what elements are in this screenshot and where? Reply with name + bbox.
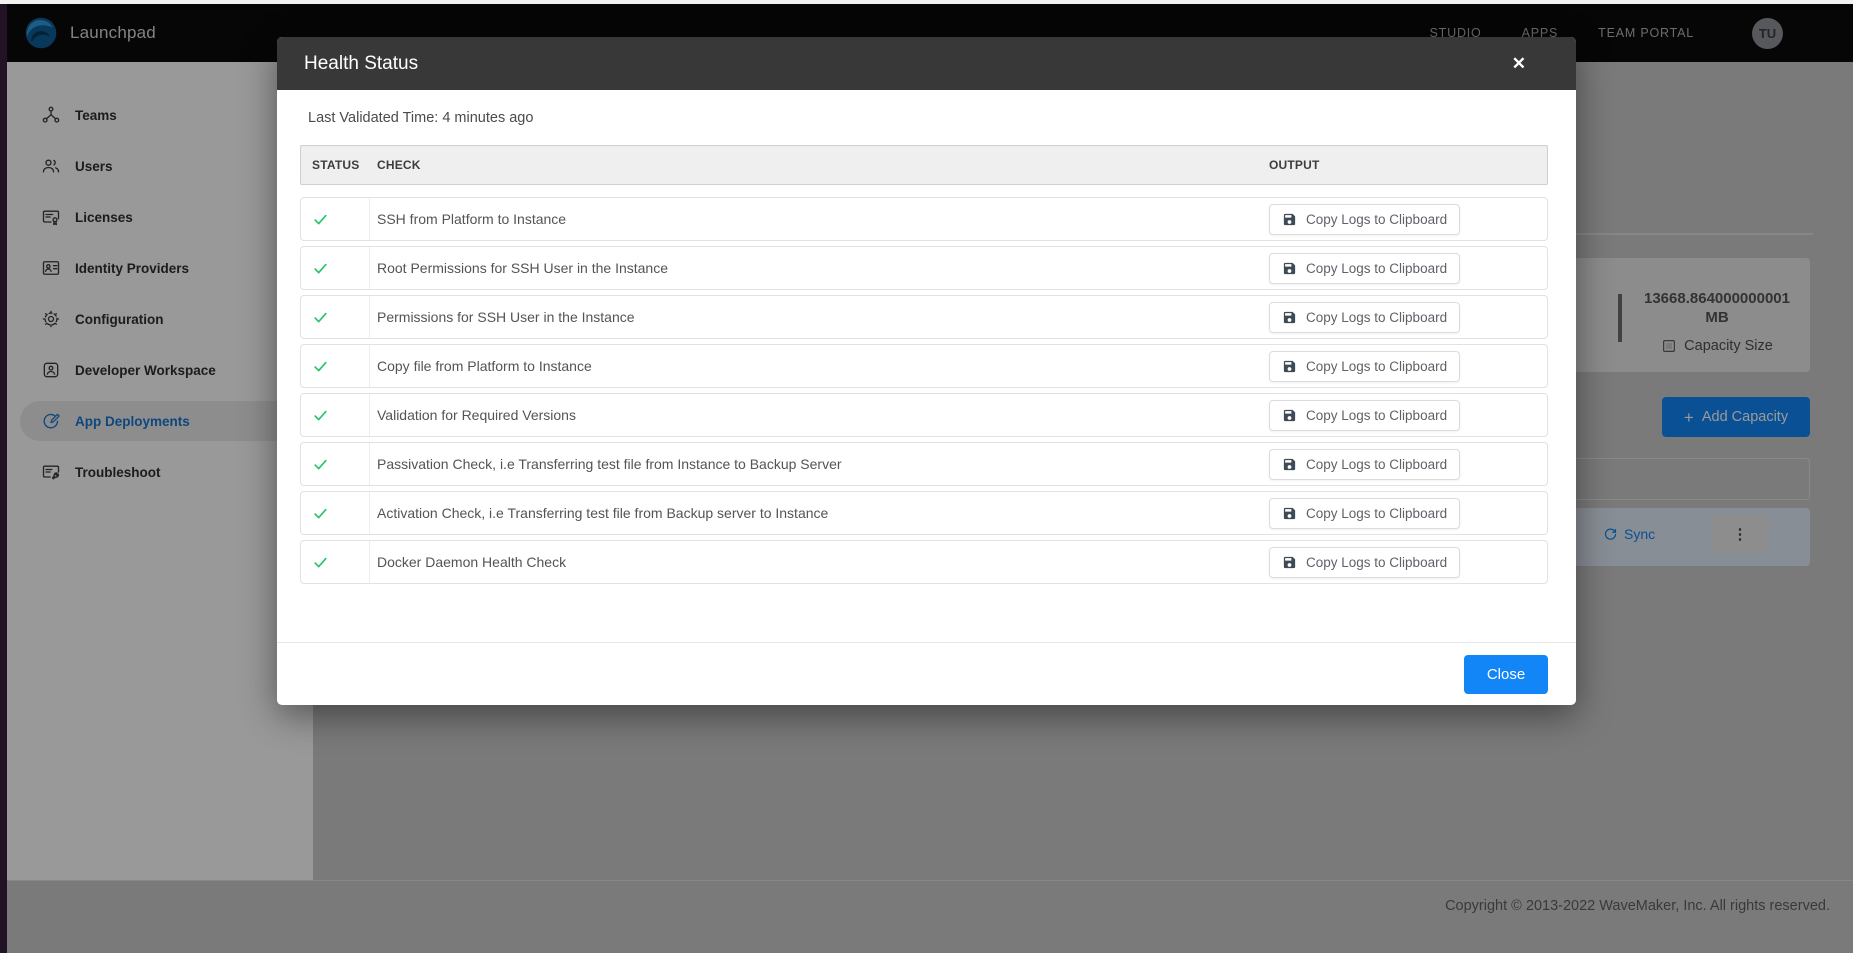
check-pass-icon xyxy=(312,309,329,326)
save-icon xyxy=(1282,555,1297,570)
modal-title: Health Status xyxy=(304,53,418,75)
save-icon xyxy=(1282,212,1297,227)
status-cell xyxy=(301,492,370,534)
health-check-row: Docker Daemon Health Check Copy Logs to … xyxy=(300,540,1548,584)
copy-logs-button[interactable]: Copy Logs to Clipboard xyxy=(1269,204,1460,235)
copy-logs-button[interactable]: Copy Logs to Clipboard xyxy=(1269,351,1460,382)
status-cell xyxy=(301,394,370,436)
status-cell xyxy=(301,345,370,387)
modal-body: Last Validated Time: 4 minutes ago STATU… xyxy=(277,90,1576,642)
health-check-row: SSH from Platform to Instance Copy Logs … xyxy=(300,197,1548,241)
status-cell xyxy=(301,198,370,240)
save-icon xyxy=(1282,408,1297,423)
check-pass-icon xyxy=(312,407,329,424)
copy-logs-button[interactable]: Copy Logs to Clipboard xyxy=(1269,400,1460,431)
column-header-status: STATUS xyxy=(301,158,370,172)
check-name: Passivation Check, i.e Transferring test… xyxy=(370,456,1269,472)
check-name: Permissions for SSH User in the Instance xyxy=(370,309,1269,325)
health-check-row: Activation Check, i.e Transferring test … xyxy=(300,491,1548,535)
copy-logs-button[interactable]: Copy Logs to Clipboard xyxy=(1269,302,1460,333)
check-name: Activation Check, i.e Transferring test … xyxy=(370,505,1269,521)
save-icon xyxy=(1282,310,1297,325)
check-name: SSH from Platform to Instance xyxy=(370,211,1269,227)
check-pass-icon xyxy=(312,358,329,375)
health-check-row: Root Permissions for SSH User in the Ins… xyxy=(300,246,1548,290)
save-icon xyxy=(1282,506,1297,521)
modal-footer: Close xyxy=(277,642,1576,705)
save-icon xyxy=(1282,359,1297,374)
output-cell: Copy Logs to Clipboard xyxy=(1269,302,1547,333)
output-cell: Copy Logs to Clipboard xyxy=(1269,449,1547,480)
check-name: Copy file from Platform to Instance xyxy=(370,358,1269,374)
output-cell: Copy Logs to Clipboard xyxy=(1269,547,1547,578)
health-check-row: Permissions for SSH User in the Instance… xyxy=(300,295,1548,339)
output-cell: Copy Logs to Clipboard xyxy=(1269,351,1547,382)
last-validated-text: Last Validated Time: 4 minutes ago xyxy=(308,110,1548,126)
check-pass-icon xyxy=(312,456,329,473)
check-name: Docker Daemon Health Check xyxy=(370,554,1269,570)
check-name: Root Permissions for SSH User in the Ins… xyxy=(370,260,1269,276)
health-check-row: Passivation Check, i.e Transferring test… xyxy=(300,442,1548,486)
save-icon xyxy=(1282,457,1297,472)
check-pass-icon xyxy=(312,554,329,571)
close-icon[interactable]: ✕ xyxy=(1512,55,1526,72)
check-name: Validation for Required Versions xyxy=(370,407,1269,423)
status-cell xyxy=(301,247,370,289)
health-status-modal: Health Status ✕ Last Validated Time: 4 m… xyxy=(277,37,1576,705)
modal-header: Health Status ✕ xyxy=(277,37,1576,90)
health-check-row: Copy file from Platform to Instance Copy… xyxy=(300,344,1548,388)
status-cell xyxy=(301,443,370,485)
output-cell: Copy Logs to Clipboard xyxy=(1269,253,1547,284)
health-check-row: Validation for Required Versions Copy Lo… xyxy=(300,393,1548,437)
table-header: STATUS CHECK OUTPUT xyxy=(300,145,1548,185)
check-pass-icon xyxy=(312,260,329,277)
save-icon xyxy=(1282,261,1297,276)
copy-logs-button[interactable]: Copy Logs to Clipboard xyxy=(1269,449,1460,480)
output-cell: Copy Logs to Clipboard xyxy=(1269,498,1547,529)
status-cell xyxy=(301,296,370,338)
copy-logs-button[interactable]: Copy Logs to Clipboard xyxy=(1269,498,1460,529)
output-cell: Copy Logs to Clipboard xyxy=(1269,400,1547,431)
health-check-rows: SSH from Platform to Instance Copy Logs … xyxy=(300,197,1548,584)
screen: Launchpad STUDIO APPS TEAM PORTAL TU Tea… xyxy=(0,0,1853,953)
close-button[interactable]: Close xyxy=(1464,655,1548,694)
column-header-check: CHECK xyxy=(370,158,1269,172)
top-edge-strip xyxy=(0,0,1853,4)
copy-logs-button[interactable]: Copy Logs to Clipboard xyxy=(1269,253,1460,284)
copy-logs-button[interactable]: Copy Logs to Clipboard xyxy=(1269,547,1460,578)
check-pass-icon xyxy=(312,505,329,522)
check-pass-icon xyxy=(312,211,329,228)
output-cell: Copy Logs to Clipboard xyxy=(1269,204,1547,235)
status-cell xyxy=(301,541,370,583)
column-header-output: OUTPUT xyxy=(1269,158,1547,172)
left-edge-strip xyxy=(0,4,7,953)
